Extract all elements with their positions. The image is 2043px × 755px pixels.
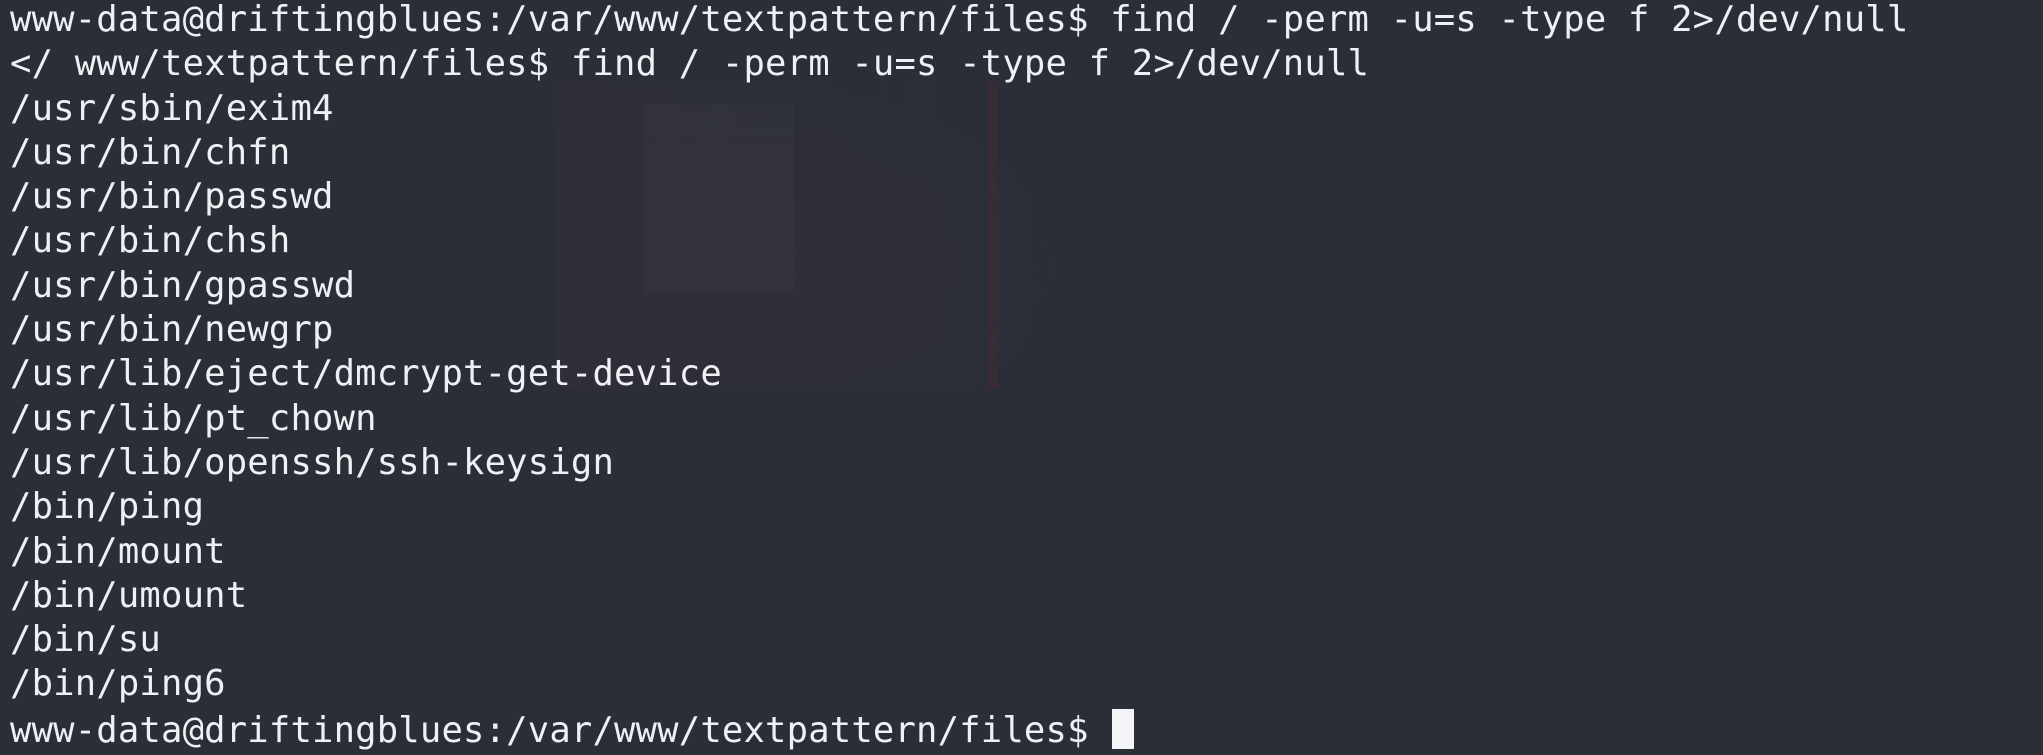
output-line: /usr/bin/chsh [10,220,291,262]
command-line: www-data@driftingblues:/var/www/textpatt… [10,0,1909,40]
output-line: /usr/lib/eject/dmcrypt-get-device [10,353,722,395]
output-line: /usr/bin/chfn [10,131,291,173]
text-cursor [1112,708,1135,749]
output-line: /usr/lib/pt_chown [10,397,377,439]
output-line: /bin/ping [10,486,205,528]
shell-prompt: www-data@driftingblues:/var/www/textpatt… [10,709,1111,751]
output-line: /usr/bin/passwd [10,176,334,218]
output-line: /bin/ping6 [10,663,226,705]
terminal-window[interactable]: www-data@driftingblues:/var/www/textpatt… [0,0,2043,755]
output-line: /bin/su [10,619,162,661]
output-line: /usr/bin/gpasswd [10,264,356,306]
command-echo-line: </ www/textpattern/files$ find / -perm -… [10,43,1370,85]
terminal-output[interactable]: www-data@driftingblues:/var/www/textpatt… [10,0,1908,753]
output-line: /usr/sbin/exim4 [10,87,334,129]
output-line: /bin/mount [10,530,226,572]
prompt-line[interactable]: www-data@driftingblues:/var/www/textpatt… [10,708,1908,753]
output-line: /usr/lib/openssh/ssh-keysign [10,441,615,483]
output-line: /usr/bin/newgrp [10,309,334,351]
output-line: /bin/umount [10,574,248,616]
